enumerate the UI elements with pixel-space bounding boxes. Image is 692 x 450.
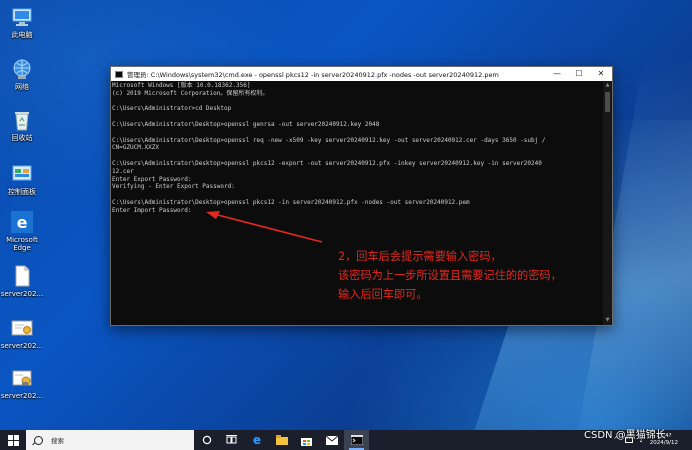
store-icon xyxy=(301,437,312,446)
window-title: 管理员: C:\Windows\system32\cmd.exe - opens… xyxy=(127,71,499,79)
certificate-icon xyxy=(10,316,34,340)
console-line: C:\Users\Administrator\Desktop>openssl p… xyxy=(112,159,542,167)
desktop-icon-this-pc[interactable]: 此电脑 xyxy=(0,5,44,39)
console-line: Enter Import Password: xyxy=(112,206,192,214)
console-line: Enter Export Password: xyxy=(112,175,192,183)
desktop: 此电脑 网络 回收站 控制面板 e Microsoft Edge server2… xyxy=(0,0,692,430)
svg-text:e: e xyxy=(17,213,28,232)
desktop-icon-label: 控制面板 xyxy=(8,188,36,196)
desktop-icon-label: 回收站 xyxy=(11,134,33,142)
control-panel-icon xyxy=(10,162,34,186)
desktop-icon-label: Microsoft xyxy=(6,236,38,244)
maximize-button[interactable]: ☐ xyxy=(568,67,590,81)
windows-logo-icon xyxy=(7,434,19,446)
scroll-up-arrow-icon[interactable]: ▲ xyxy=(603,81,612,90)
console-line: C:\Users\Administrator\Desktop>openssl p… xyxy=(112,198,470,206)
annotation-text: 2，回车后会提示需要输入密码， 该密码为上一步所设置且需要记住的的密码， 输入后… xyxy=(338,247,562,304)
console-line: 12.cer xyxy=(112,167,134,175)
cmd-icon xyxy=(115,70,123,78)
annotation-line: 2，回车后会提示需要输入密码， xyxy=(338,250,502,263)
edge-icon: e xyxy=(252,434,260,446)
edge-icon: e xyxy=(10,210,34,234)
desktop-icon-control-panel[interactable]: 控制面板 xyxy=(0,162,44,196)
close-button[interactable]: ✕ xyxy=(590,67,612,81)
console-line: Verifying - Enter Export Password: xyxy=(112,183,235,191)
desktop-icon-server-file[interactable]: server202... xyxy=(0,264,44,298)
desktop-icon-label: server202... xyxy=(0,392,44,400)
scrollbar-thumb[interactable] xyxy=(605,92,610,112)
search-placeholder: 搜索 xyxy=(51,437,64,445)
console-line: C:\Users\Administrator>cd Desktop xyxy=(112,105,232,113)
console-line: C:\Users\Administrator\Desktop>openssl g… xyxy=(112,120,380,128)
taskbar-store-button[interactable] xyxy=(294,430,319,450)
desktop-icon-server-pfx[interactable]: server202... xyxy=(0,366,44,400)
pfx-icon xyxy=(10,366,34,390)
taskbar-edge-button[interactable]: e xyxy=(244,430,269,450)
mail-icon xyxy=(325,435,338,445)
task-view-button[interactable] xyxy=(219,430,244,450)
annotation-line: 输入后回车即可。 xyxy=(338,288,428,301)
start-button[interactable] xyxy=(0,430,26,450)
scroll-down-arrow-icon[interactable]: ▼ xyxy=(603,316,612,325)
search-icon xyxy=(34,435,43,445)
desktop-icon-recycle-bin[interactable]: 回收站 xyxy=(0,108,44,142)
desktop-icon-label: server202... xyxy=(0,342,44,350)
desktop-icon-network[interactable]: 网络 xyxy=(0,57,44,91)
window-titlebar[interactable]: 管理员: C:\Windows\system32\cmd.exe - opens… xyxy=(111,67,612,81)
computer-icon xyxy=(10,5,34,29)
console-line: (c) 2019 Microsoft Corporation。保留所有权利。 xyxy=(112,89,269,97)
taskbar-cmd-button[interactable] xyxy=(344,430,369,450)
watermark: CSDN @黑猫锦长 xyxy=(584,430,666,441)
cmd-icon xyxy=(350,435,363,445)
taskbar-mail-button[interactable] xyxy=(319,430,344,450)
desktop-icon-label: 此电脑 xyxy=(11,31,33,39)
taskbar-file-explorer-button[interactable] xyxy=(269,430,294,450)
cortana-icon xyxy=(202,435,211,445)
desktop-icon-edge[interactable]: e Microsoft Edge xyxy=(0,210,44,252)
annotation-line: 该密码为上一步所设置且需要记住的的密码， xyxy=(338,269,562,282)
network-icon xyxy=(10,57,34,81)
recycle-bin-icon xyxy=(10,108,34,132)
desktop-icon-label: server202... xyxy=(0,290,44,298)
task-view-icon xyxy=(226,435,237,444)
console-line: CN=GZUCM.XXZX xyxy=(112,144,159,152)
file-explorer-icon xyxy=(275,435,288,445)
cortana-button[interactable] xyxy=(194,430,219,450)
annotation-arrow xyxy=(206,211,323,243)
desktop-icon-server-certificate[interactable]: server202... xyxy=(0,316,44,350)
file-icon xyxy=(10,264,34,288)
minimize-button[interactable]: — xyxy=(546,67,568,81)
desktop-icon-label: 网络 xyxy=(15,83,29,91)
taskbar-search-box[interactable]: 搜索 xyxy=(26,430,194,450)
console-line: Microsoft Windows [版本 10.0.18362.356] xyxy=(112,82,251,89)
console-line: C:\Users\Administrator\Desktop>openssl r… xyxy=(112,136,546,144)
desktop-icon-label-line2: Edge xyxy=(13,244,31,252)
svg-text:e: e xyxy=(252,434,260,446)
vertical-scrollbar[interactable]: ▲ ▼ xyxy=(603,81,612,325)
